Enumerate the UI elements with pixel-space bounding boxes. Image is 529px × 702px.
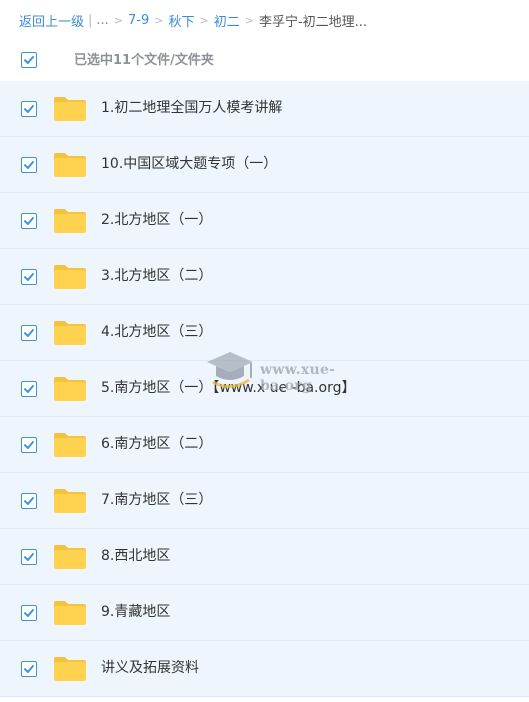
row-checkbox[interactable]	[21, 101, 37, 117]
file-row[interactable]: 5.南方地区（一）【www.x ue -ba.org】	[0, 361, 529, 417]
checkmark-icon	[24, 497, 34, 505]
checkmark-icon	[24, 329, 34, 337]
checkmark-icon	[24, 665, 34, 673]
breadcrumb-separator: >	[244, 13, 254, 27]
breadcrumb-separator: >	[199, 13, 209, 27]
file-list: 1.初二地理全国万人模考讲解 10.中国区域大题专项（一） 2.北方地区（一）	[0, 81, 529, 697]
folder-icon	[54, 321, 86, 345]
breadcrumb: 返回上一级 | ... > 7-9 > 秋下 > 初二 > 李孚宁-初二地理..…	[0, 0, 529, 40]
row-checkbox[interactable]	[21, 549, 37, 565]
folder-icon	[54, 209, 86, 233]
file-name: 8.西北地区	[101, 548, 171, 564]
folder-icon	[54, 377, 86, 401]
checkmark-icon	[24, 553, 34, 561]
file-name: 讲义及拓展资料	[101, 660, 199, 676]
folder-icon	[54, 97, 86, 121]
file-row[interactable]: 2.北方地区（一）	[0, 193, 529, 249]
row-checkbox[interactable]	[21, 269, 37, 285]
row-checkbox[interactable]	[21, 437, 37, 453]
breadcrumb-item-grade[interactable]: 初二	[214, 11, 240, 30]
folder-icon	[54, 433, 86, 457]
file-row[interactable]: 4.北方地区（三）	[0, 305, 529, 361]
breadcrumb-separator: >	[113, 13, 124, 27]
file-name: 2.北方地区（一）	[101, 212, 213, 228]
file-row[interactable]: 3.北方地区（二）	[0, 249, 529, 305]
selection-summary: 已选中11个文件/文件夹	[74, 53, 214, 68]
file-row[interactable]: 1.初二地理全国万人模考讲解	[0, 81, 529, 137]
row-checkbox[interactable]	[21, 325, 37, 341]
breadcrumb-item-7-9[interactable]: 7-9	[128, 13, 149, 28]
folder-icon	[54, 601, 86, 625]
file-name: 10.中国区域大题专项（一）	[101, 156, 278, 172]
file-browser: 返回上一级 | ... > 7-9 > 秋下 > 初二 > 李孚宁-初二地理..…	[0, 0, 529, 702]
breadcrumb-ellipsis[interactable]: ...	[96, 13, 108, 28]
file-name: 5.南方地区（一）【www.x ue -ba.org】	[101, 380, 356, 396]
checkmark-icon	[24, 56, 34, 64]
file-row[interactable]: 10.中国区域大题专项（一）	[0, 137, 529, 193]
file-name: 7.南方地区（三）	[101, 492, 213, 508]
breadcrumb-item-autumn[interactable]: 秋下	[168, 11, 194, 30]
selection-header: 已选中11个文件/文件夹	[0, 40, 529, 81]
file-name: 3.北方地区（二）	[101, 268, 213, 284]
checkmark-icon	[24, 609, 34, 617]
select-all-checkbox[interactable]	[21, 52, 37, 68]
folder-icon	[54, 153, 86, 177]
breadcrumb-divider: |	[88, 12, 93, 28]
file-name: 9.青藏地区	[101, 604, 171, 620]
file-name: 6.南方地区（二）	[101, 436, 213, 452]
checkmark-icon	[24, 217, 34, 225]
checkmark-icon	[24, 161, 34, 169]
row-checkbox[interactable]	[21, 605, 37, 621]
checkmark-icon	[24, 385, 34, 393]
folder-icon	[54, 489, 86, 513]
file-row[interactable]: 7.南方地区（三）	[0, 473, 529, 529]
folder-icon	[54, 265, 86, 289]
folder-icon	[54, 545, 86, 569]
file-row[interactable]: 9.青藏地区	[0, 585, 529, 641]
file-row[interactable]: 8.西北地区	[0, 529, 529, 585]
row-checkbox[interactable]	[21, 213, 37, 229]
folder-icon	[54, 657, 86, 681]
file-name: 4.北方地区（三）	[101, 324, 213, 340]
file-row[interactable]: 6.南方地区（二）	[0, 417, 529, 473]
breadcrumb-separator: >	[154, 13, 164, 27]
breadcrumb-current: 李孚宁-初二地理...	[258, 14, 368, 30]
checkmark-icon	[24, 105, 34, 113]
row-checkbox[interactable]	[21, 661, 37, 677]
checkmark-icon	[24, 273, 34, 281]
file-row[interactable]: 讲义及拓展资料	[0, 641, 529, 697]
row-checkbox[interactable]	[21, 493, 37, 509]
row-checkbox[interactable]	[21, 381, 37, 397]
checkmark-icon	[24, 441, 34, 449]
file-name: 1.初二地理全国万人模考讲解	[101, 100, 283, 116]
back-link[interactable]: 返回上一级	[19, 11, 84, 30]
row-checkbox[interactable]	[21, 157, 37, 173]
